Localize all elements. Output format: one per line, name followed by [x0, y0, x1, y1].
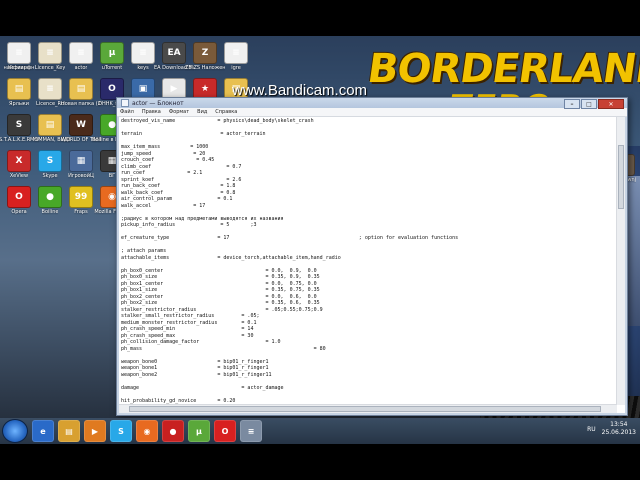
desktop-icon[interactable]: ≡ igre: [219, 42, 253, 71]
minimize-button[interactable]: –: [564, 99, 580, 109]
menu-item[interactable]: Файл: [120, 109, 134, 115]
desktop-icon-label: XeView: [9, 173, 29, 179]
desktop-icon[interactable]: ≡ найфиарфн: [2, 42, 36, 71]
desktop-icon-label: igre: [231, 65, 241, 71]
desktop-icon[interactable]: ▤ Новая папка (2): [61, 78, 101, 107]
desktop-icon-glyph: EA: [162, 42, 186, 64]
desktop-icon-glyph: ≡: [224, 42, 248, 64]
taskbar: e ▤ ▶ S ◉ ● µ O ≡ RU 13:54 25.06.2013: [0, 418, 640, 444]
desktop-icon-glyph: ≡: [7, 42, 31, 64]
desktop-icon-glyph: Z: [193, 42, 217, 64]
desktop-icon-glyph: ▤: [38, 114, 62, 136]
desktop-icon[interactable]: ▦ ИгровойЦ: [64, 150, 98, 179]
vertical-scrollbar[interactable]: [616, 117, 625, 405]
close-button[interactable]: ✕: [598, 99, 624, 109]
clock-time: 13:54: [610, 421, 628, 428]
wallpaper-logo-text: BORDERLANDS 2: [364, 46, 640, 92]
horizontal-scroll-thumb[interactable]: [129, 406, 601, 412]
desktop-icon-glyph: W: [69, 114, 93, 136]
menu-item[interactable]: Справка: [215, 109, 237, 115]
desktop-icon-glyph: ≡: [69, 42, 93, 64]
system-tray: RU 13:54 25.06.2013: [587, 421, 636, 437]
desktop-icon-glyph: ≡: [38, 78, 62, 100]
window-titlebar[interactable]: actor — Блокнот – □ ✕: [117, 98, 627, 109]
vertical-scroll-thumb[interactable]: [618, 145, 624, 209]
desktop-icon[interactable]: ▤ Ярлыки: [2, 78, 36, 107]
notepad-icon: [121, 99, 129, 107]
window-title: actor — Блокнот: [132, 99, 184, 107]
desktop-icon-glyph: X: [7, 150, 31, 172]
desktop-icon[interactable]: ZZB ZS Наложение: [185, 42, 225, 71]
desktop-icon-glyph: S: [7, 114, 31, 136]
desktop-icon[interactable]: ≡ actor: [64, 42, 98, 71]
desktop-icon[interactable]: O Opera: [2, 186, 36, 215]
desktop-icon-label: Licence_Key: [34, 65, 66, 71]
desktop-icon[interactable]: X XeView: [2, 150, 36, 179]
desktop-icon-label: ВГ: [108, 173, 116, 179]
desktop-icon-label: actor: [74, 65, 88, 71]
desktop-icon-glyph: O: [7, 186, 31, 208]
desktop-icon-label: найфиарфн: [3, 65, 35, 71]
taskbar-app-button[interactable]: ≡: [240, 420, 262, 442]
desktop-icon[interactable]: ● Boiline: [33, 186, 67, 215]
desktop-icon-glyph: S: [38, 150, 62, 172]
notepad-window[interactable]: actor — Блокнот – □ ✕ Файл Правка Формат Ви…: [116, 97, 628, 416]
taskbar-app-button[interactable]: S: [110, 420, 132, 442]
desktop-icon-glyph: 99: [69, 186, 93, 208]
desktop-icon-label: Boiline: [41, 209, 59, 215]
clock[interactable]: 13:54 25.06.2013: [602, 421, 636, 437]
desktop-icon-glyph: ≡: [38, 42, 62, 64]
taskbar-app-button[interactable]: O: [214, 420, 236, 442]
taskbar-app-button[interactable]: µ: [188, 420, 210, 442]
menu-item[interactable]: Вид: [197, 109, 207, 115]
taskbar-app-button[interactable]: ▶: [84, 420, 106, 442]
language-indicator[interactable]: RU: [587, 426, 596, 433]
desktop-icon-glyph: ≡: [131, 42, 155, 64]
desktop-icon-glyph: ●: [38, 186, 62, 208]
desktop-icon-glyph: ▤: [7, 78, 31, 100]
menu-bar: Файл Правка Формат Вид Справка: [117, 108, 627, 117]
taskbar-app-button[interactable]: e: [32, 420, 54, 442]
menu-item[interactable]: Правка: [142, 109, 161, 115]
desktop-icon-glyph: ▦: [69, 150, 93, 172]
desktop: BORDERLANDS 2 ZERO ♻Корзина≡Licence_Key≡…: [0, 36, 640, 444]
taskbar-apps: e ▤ ▶ S ◉ ● µ O ≡: [28, 420, 262, 442]
menu-item[interactable]: Формат: [169, 109, 189, 115]
clock-date: 25.06.2013: [601, 429, 636, 436]
bandicam-watermark: www.Bandicam.com: [232, 82, 368, 99]
maximize-button[interactable]: □: [581, 99, 597, 109]
desktop-icon-glyph: µ: [100, 42, 124, 64]
desktop-icon-label: Opera: [11, 209, 27, 215]
desktop-icon[interactable]: µ uTorrent: [95, 42, 129, 71]
text-content[interactable]: destroyed_vis_name = physics\dead_body\s…: [119, 117, 617, 405]
horizontal-scrollbar[interactable]: [119, 404, 617, 413]
desktop-icon-label: Ярлыки: [8, 101, 30, 107]
taskbar-app-button[interactable]: ◉: [136, 420, 158, 442]
desktop-icon[interactable]: 99 Fraps: [64, 186, 98, 215]
desktop-icon-label: Skype: [42, 173, 58, 179]
desktop-icon-label: Licence_Ru: [36, 101, 64, 107]
taskbar-app-button[interactable]: ●: [162, 420, 184, 442]
desktop-icon[interactable]: SSkype: [33, 150, 67, 179]
desktop-icon[interactable]: ≡ Licence_Key: [33, 42, 67, 71]
window-controls: – □ ✕: [564, 99, 624, 109]
start-button[interactable]: [2, 419, 28, 443]
desktop-icon-label: keys: [137, 65, 149, 71]
desktop-icon-label: Fraps: [74, 209, 88, 215]
taskbar-app-button[interactable]: ▤: [58, 420, 80, 442]
desktop-icon-label: ИгровойЦ: [68, 173, 94, 179]
desktop-icon-glyph: ▤: [69, 78, 93, 100]
text-editor[interactable]: destroyed_vis_name = physics\dead_body\s…: [119, 117, 625, 413]
desktop-icon-label: uTorrent: [101, 65, 123, 71]
